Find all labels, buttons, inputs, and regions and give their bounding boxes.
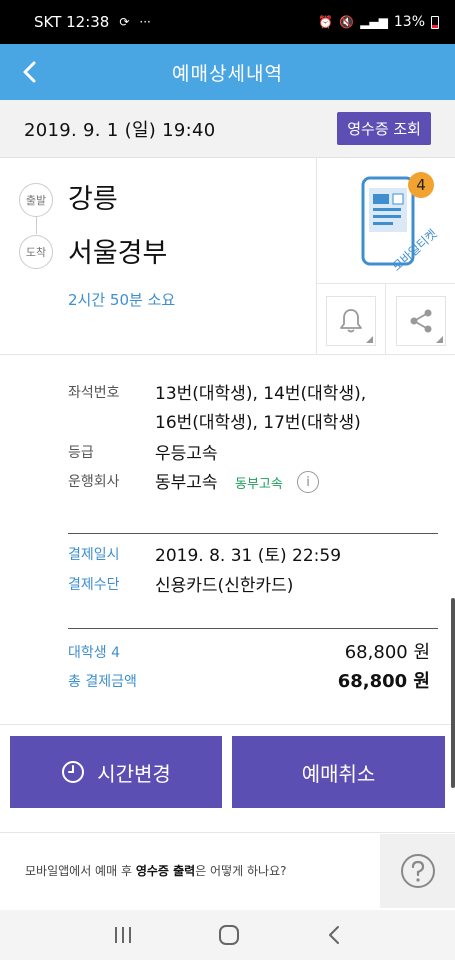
arrival-terminal: 서울경부 xyxy=(68,238,168,269)
system-nav-bar xyxy=(0,910,455,960)
mobile-ticket-icon xyxy=(361,176,415,266)
operator-value: 동부고속 xyxy=(155,473,218,493)
cancel-booking-label: 예매취소 xyxy=(301,761,376,786)
share-button[interactable] xyxy=(396,296,446,346)
trip-duration: 2시간 50분 소요 xyxy=(68,291,176,309)
departure-datetime: 2019. 9. 1 (일) 19:40 xyxy=(24,119,216,141)
divider xyxy=(316,284,317,354)
alarm-icon: ⏰ xyxy=(318,15,334,29)
operator-label: 운행회사 xyxy=(68,474,120,490)
notification-button[interactable] xyxy=(326,296,376,346)
section-divider xyxy=(68,533,438,534)
change-time-button[interactable]: 시간변경 xyxy=(10,736,222,808)
faq-text-suffix: 은 어떻게 하나요? xyxy=(195,864,287,878)
chevron-left-icon xyxy=(23,61,36,83)
back-nav-icon[interactable] xyxy=(324,924,344,946)
battery-icon xyxy=(431,15,439,29)
operator-logo: 동부고속 xyxy=(235,477,283,492)
status-bar: SKT 12:38 ⟳ ··· ⏰ 🔇 ▂▄▆ 13% xyxy=(0,0,455,44)
departure-badge: 출발 xyxy=(19,183,53,217)
receipt-button[interactable]: 영수증 조회 xyxy=(337,112,431,145)
section-divider xyxy=(68,628,438,629)
page-title: 예매상세내역 xyxy=(172,62,283,85)
mobile-ticket-button[interactable] xyxy=(316,158,455,284)
sync-icon: ⟳ xyxy=(119,15,130,29)
cancel-booking-button[interactable]: 예매취소 xyxy=(232,736,445,808)
seat-value-line1: 13번(대학생), 14번(대학생), xyxy=(155,384,367,404)
bell-icon xyxy=(340,309,362,333)
faq-text-bold: 영수증 출력 xyxy=(135,864,196,878)
recent-apps-icon[interactable] xyxy=(112,924,134,946)
payment-date-value: 2019. 8. 31 (토) 22:59 xyxy=(155,546,342,566)
question-icon xyxy=(400,854,435,888)
total-label: 총 결제금액 xyxy=(68,674,137,690)
grade-label: 등급 xyxy=(68,445,94,461)
route-connector xyxy=(36,214,37,234)
payment-method-value: 신용카드(신한카드) xyxy=(155,576,294,596)
battery-percent: 13% xyxy=(393,14,425,30)
corner-indicator xyxy=(366,336,373,343)
signal-icon: ▂▄▆ xyxy=(360,15,388,29)
seat-label: 좌석번호 xyxy=(68,385,120,401)
faq-text-prefix: 모바일앱에서 예매 후 xyxy=(25,864,136,878)
mute-icon: 🔇 xyxy=(339,15,355,29)
info-icon[interactable]: i xyxy=(297,471,319,493)
payment-date-label: 결제일시 xyxy=(68,547,120,563)
change-time-label: 시간변경 xyxy=(97,761,171,786)
payment-method-label: 결제수단 xyxy=(68,577,120,593)
scrollbar[interactable] xyxy=(451,598,455,788)
grade-value: 우등고속 xyxy=(155,444,218,464)
seat-value-line2: 16번(대학생), 17번(대학생) xyxy=(155,413,361,433)
fare-item-label: 대학생 4 xyxy=(68,645,120,661)
arrival-badge: 도착 xyxy=(19,235,53,269)
faq-help-button[interactable] xyxy=(380,834,455,908)
fare-item-amount: 68,800 원 xyxy=(344,642,430,663)
date-bar: 2019. 9. 1 (일) 19:40 영수증 조회 xyxy=(0,100,455,158)
status-carrier-time: SKT 12:38 xyxy=(34,13,110,31)
more-notifications-icon: ··· xyxy=(139,15,151,29)
clock-icon xyxy=(62,761,85,783)
ticket-count-badge: 4 xyxy=(408,172,434,198)
divider xyxy=(385,284,386,354)
total-amount: 68,800 원 xyxy=(337,671,430,692)
corner-indicator xyxy=(436,336,443,343)
back-button[interactable] xyxy=(14,56,46,88)
section-divider xyxy=(0,354,455,355)
departure-terminal: 강릉 xyxy=(68,184,118,215)
app-header: 예매상세내역 xyxy=(0,44,455,100)
faq-question[interactable]: 모바일앱에서 예매 후 영수증 출력은 어떻게 하나요? xyxy=(25,862,286,879)
home-icon[interactable] xyxy=(217,923,241,947)
share-icon xyxy=(410,309,432,333)
